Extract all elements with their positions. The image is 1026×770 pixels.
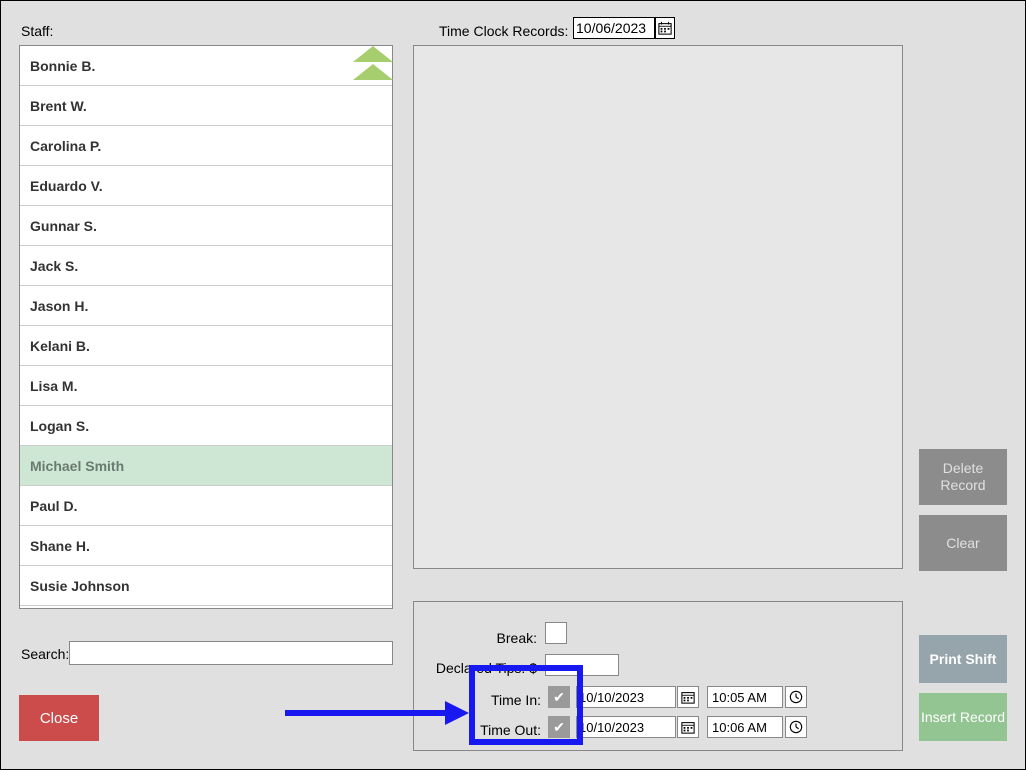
staff-row[interactable]: Gunnar S. (20, 206, 392, 246)
calendar-icon[interactable] (655, 17, 675, 39)
time-clock-records-date[interactable] (573, 17, 655, 39)
calendar-icon[interactable] (677, 716, 699, 738)
staff-row[interactable]: Carolina P. (20, 126, 392, 166)
check-icon: ✔ (553, 719, 565, 736)
time-in-time[interactable] (707, 686, 783, 708)
delete-record-button[interactable]: Delete Record (919, 449, 1007, 505)
time-out-label: Time Out: (451, 722, 541, 738)
time-clock-records-label: Time Clock Records: (439, 23, 568, 39)
scroll-up-icon (353, 64, 393, 80)
search-label: Search: (21, 646, 69, 662)
staff-row[interactable]: Logan S. (20, 406, 392, 446)
break-checkbox[interactable] (545, 622, 567, 644)
staff-list[interactable]: Bonnie B. Brent W. Carolina P. Eduardo V… (19, 45, 393, 609)
clock-icon[interactable] (785, 686, 807, 708)
insert-record-button[interactable]: Insert Record (919, 693, 1007, 741)
staff-row[interactable]: Brent W. (20, 86, 392, 126)
declared-tips-input[interactable] (545, 654, 619, 676)
break-label: Break: (477, 630, 537, 646)
staff-row[interactable]: Jack S. (20, 246, 392, 286)
time-in-checkbox[interactable]: ✔ (548, 686, 570, 708)
staff-row[interactable]: Paul D. (20, 486, 392, 526)
close-button[interactable]: Close (19, 695, 99, 741)
scroll-up-icon (353, 46, 393, 62)
time-in-label: Time In: (451, 692, 541, 708)
staff-row[interactable]: Susie Johnson (20, 566, 392, 606)
time-out-date[interactable] (576, 716, 676, 738)
print-shift-button[interactable]: Print Shift (919, 635, 1007, 683)
calendar-icon[interactable] (677, 686, 699, 708)
staff-row[interactable]: Kelani B. (20, 326, 392, 366)
clear-button[interactable]: Clear (919, 515, 1007, 571)
staff-row[interactable]: Lisa M. (20, 366, 392, 406)
time-out-checkbox[interactable]: ✔ (548, 716, 570, 738)
staff-label: Staff: (21, 23, 53, 39)
time-in-date[interactable] (576, 686, 676, 708)
staff-row[interactable]: Eduardo V. (20, 166, 392, 206)
scroll-up-arrows[interactable] (353, 46, 393, 82)
clock-icon[interactable] (785, 716, 807, 738)
check-icon: ✔ (553, 689, 565, 706)
staff-row-selected[interactable]: Michael Smith (20, 446, 392, 486)
time-out-time[interactable] (707, 716, 783, 738)
staff-row[interactable]: Jason H. (20, 286, 392, 326)
search-input[interactable] (69, 641, 393, 665)
staff-row[interactable]: Shane H. (20, 526, 392, 566)
staff-row[interactable]: Bonnie B. (20, 46, 392, 86)
records-list[interactable] (413, 45, 903, 569)
declared-tips-label: Declared Tips: $ (415, 660, 537, 676)
